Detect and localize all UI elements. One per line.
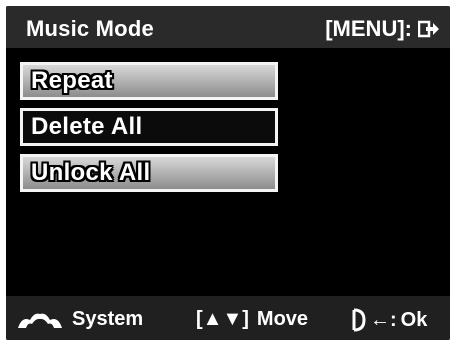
- menu-item-label: Repeat: [31, 67, 113, 94]
- move-keys: [▲▼]: [196, 308, 249, 330]
- move-label: Move: [256, 308, 309, 330]
- menu-item-label: Unlock All: [31, 159, 151, 186]
- shutter-half-press-icon: [352, 308, 366, 332]
- move-hint: [▲▼] Move: [196, 308, 308, 331]
- menu-item-unlock-all[interactable]: Unlock All: [20, 154, 278, 192]
- header-bar: Music Mode [MENU]:: [6, 6, 450, 48]
- ok-hint[interactable]: ←: Ok: [352, 308, 427, 332]
- mode-dial-icon: [16, 310, 64, 330]
- ok-arrow: ←:: [370, 308, 397, 331]
- music-mode-menu: Repeat Delete All Unlock All: [20, 62, 278, 200]
- menu-item-repeat[interactable]: Repeat: [20, 62, 278, 100]
- menu-hint-label: [MENU]:: [325, 16, 412, 41]
- menu-item-label: Delete All: [31, 113, 143, 140]
- menu-exit-hint[interactable]: [MENU]:: [325, 16, 440, 42]
- system-label: System: [72, 308, 144, 330]
- exit-arrow-icon: [418, 20, 440, 38]
- footer-bar: System [▲▼] Move ←: Ok: [6, 296, 450, 340]
- camera-screen: Music Mode [MENU]: Repeat Delete All Unl…: [6, 6, 450, 340]
- page-title: Music Mode: [26, 16, 154, 41]
- menu-item-delete-all[interactable]: Delete All: [20, 108, 278, 146]
- system-hint[interactable]: System: [16, 308, 143, 331]
- ok-label: Ok: [400, 308, 428, 331]
